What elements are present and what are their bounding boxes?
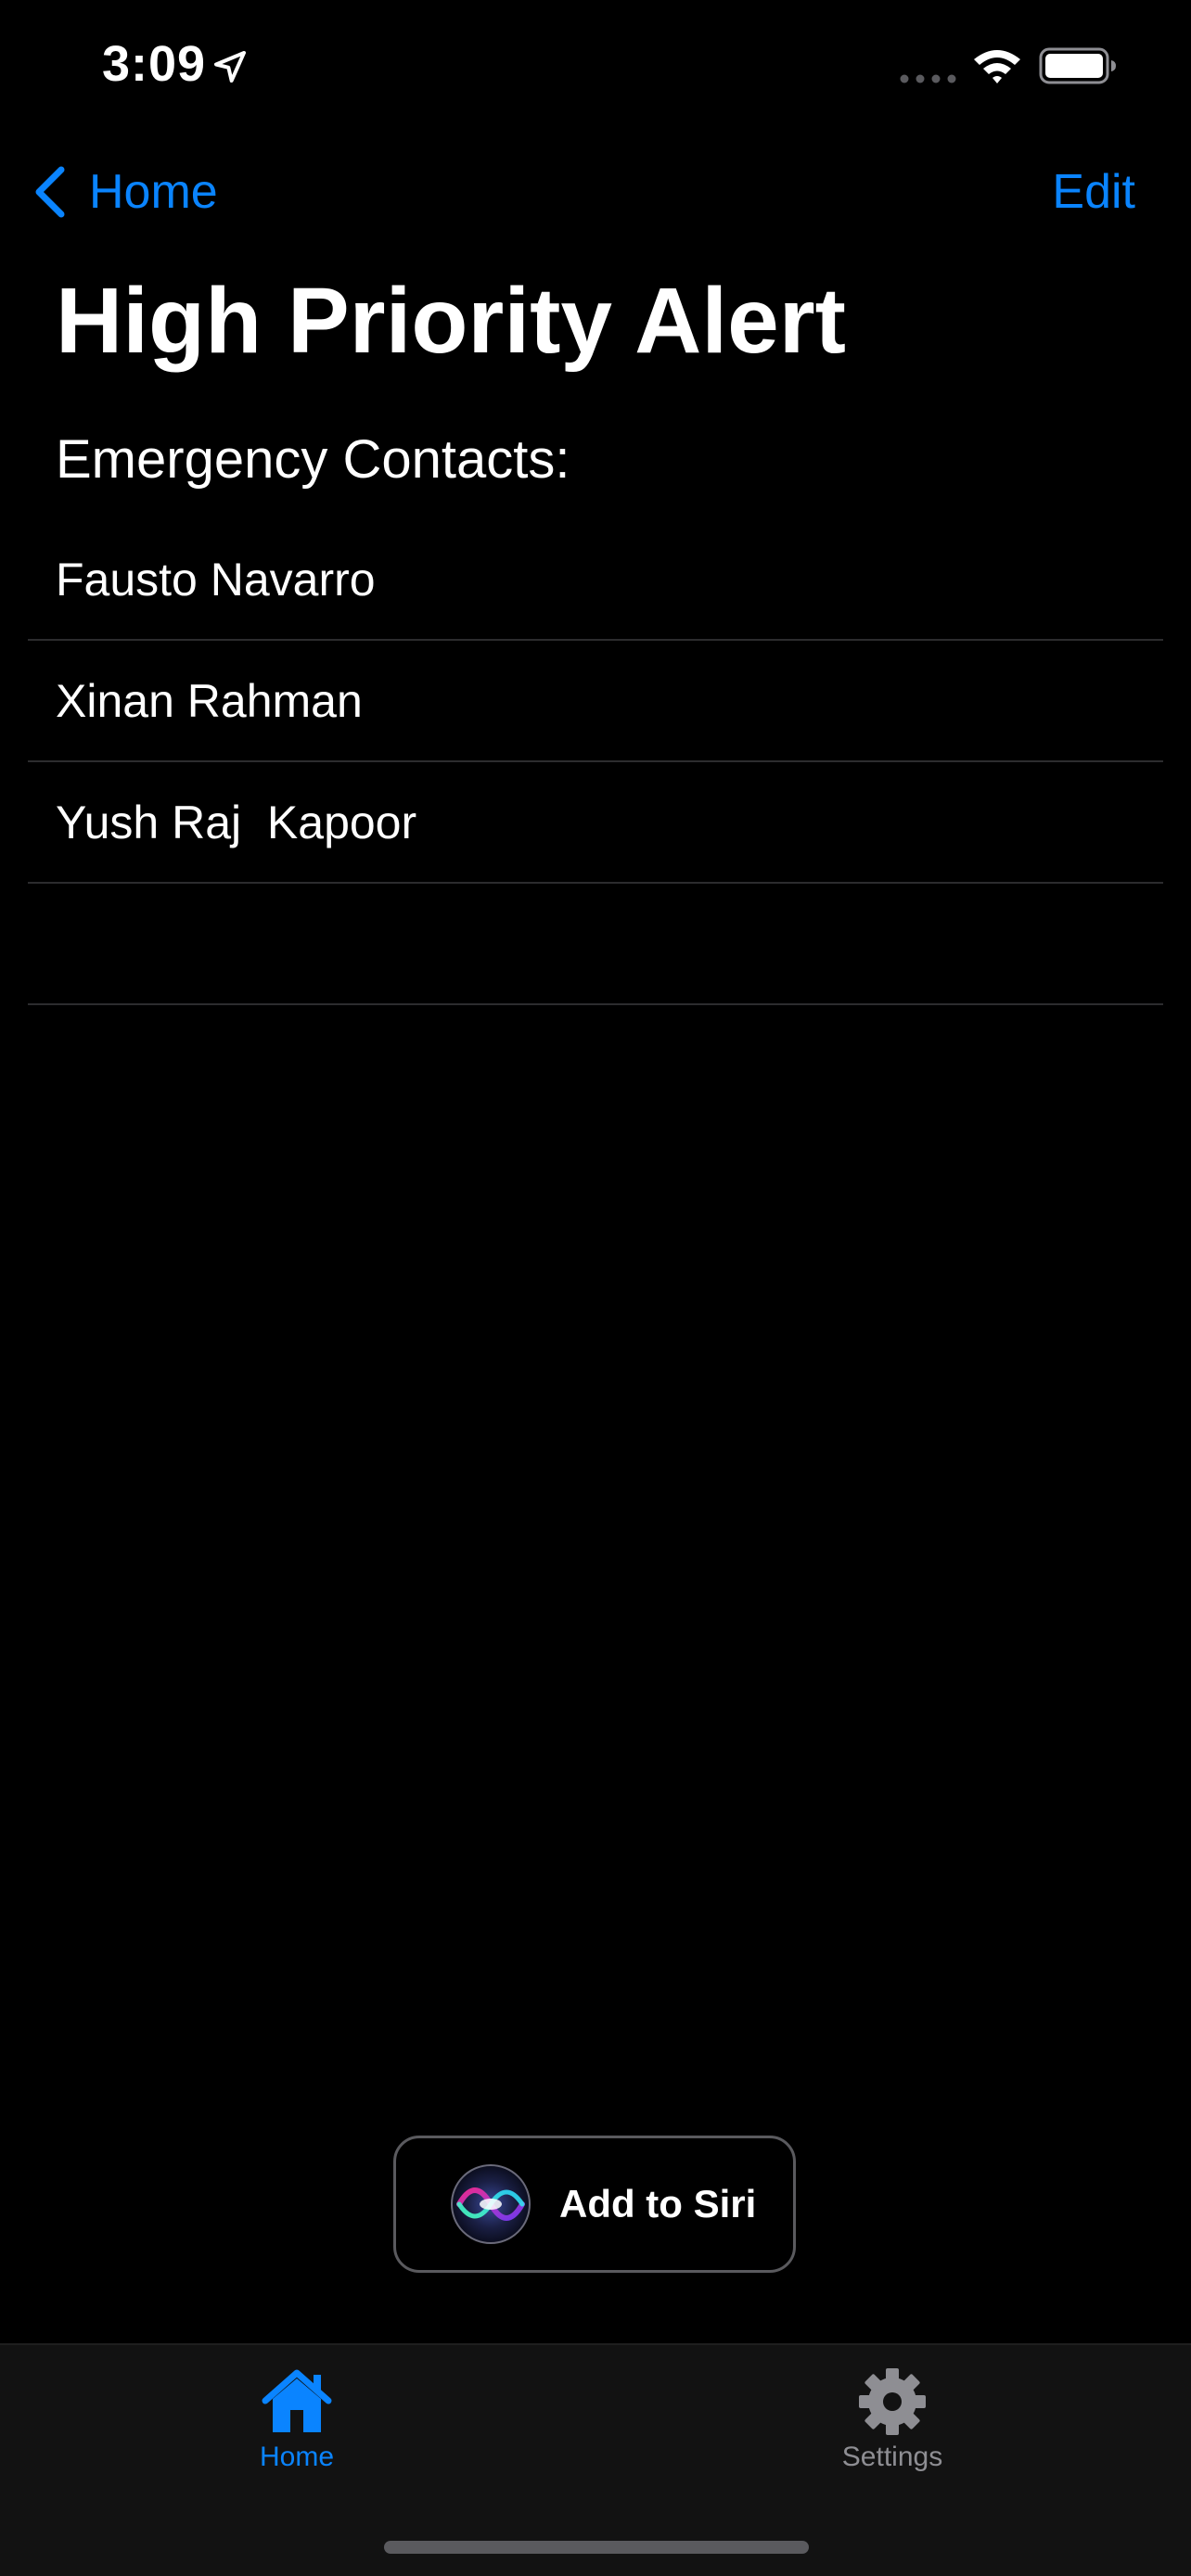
tab-settings-label: Settings — [841, 2442, 943, 2472]
wifi-icon — [974, 50, 1020, 83]
list-item[interactable]: Yush Raj Kapoor — [28, 762, 1163, 884]
list-item[interactable]: Xinan Rahman — [28, 641, 1163, 762]
tab-settings[interactable]: Settings — [800, 2367, 985, 2473]
chevron-left-icon — [35, 166, 65, 218]
home-indicator[interactable] — [384, 2541, 809, 2554]
tab-home[interactable]: Home — [204, 2367, 390, 2473]
signal-icon — [900, 74, 956, 83]
list-item[interactable]: Fausto Navarro — [28, 519, 1163, 641]
house-icon — [262, 2369, 332, 2432]
list-item[interactable] — [28, 884, 1163, 1005]
add-to-siri-button[interactable]: Add to Siri — [393, 2136, 796, 2273]
status-bar: 3:09 — [0, 0, 1191, 130]
add-to-siri-label: Add to Siri — [559, 2182, 757, 2225]
back-button[interactable]: Home — [32, 159, 218, 224]
gear-icon — [859, 2368, 926, 2435]
siri-icon — [451, 2164, 531, 2244]
back-button-label: Home — [89, 165, 218, 219]
tab-home-label: Home — [259, 2442, 335, 2472]
location-arrow-icon — [214, 51, 246, 83]
page-title: High Priority Alert — [56, 269, 846, 373]
status-time: 3:09 — [102, 36, 207, 92]
section-label: Emergency Contacts: — [56, 429, 570, 490]
battery-icon — [1039, 47, 1116, 84]
edit-button[interactable]: Edit — [1052, 159, 1135, 224]
contact-list: Fausto Navarro Xinan Rahman Yush Raj Kap… — [28, 519, 1163, 1005]
